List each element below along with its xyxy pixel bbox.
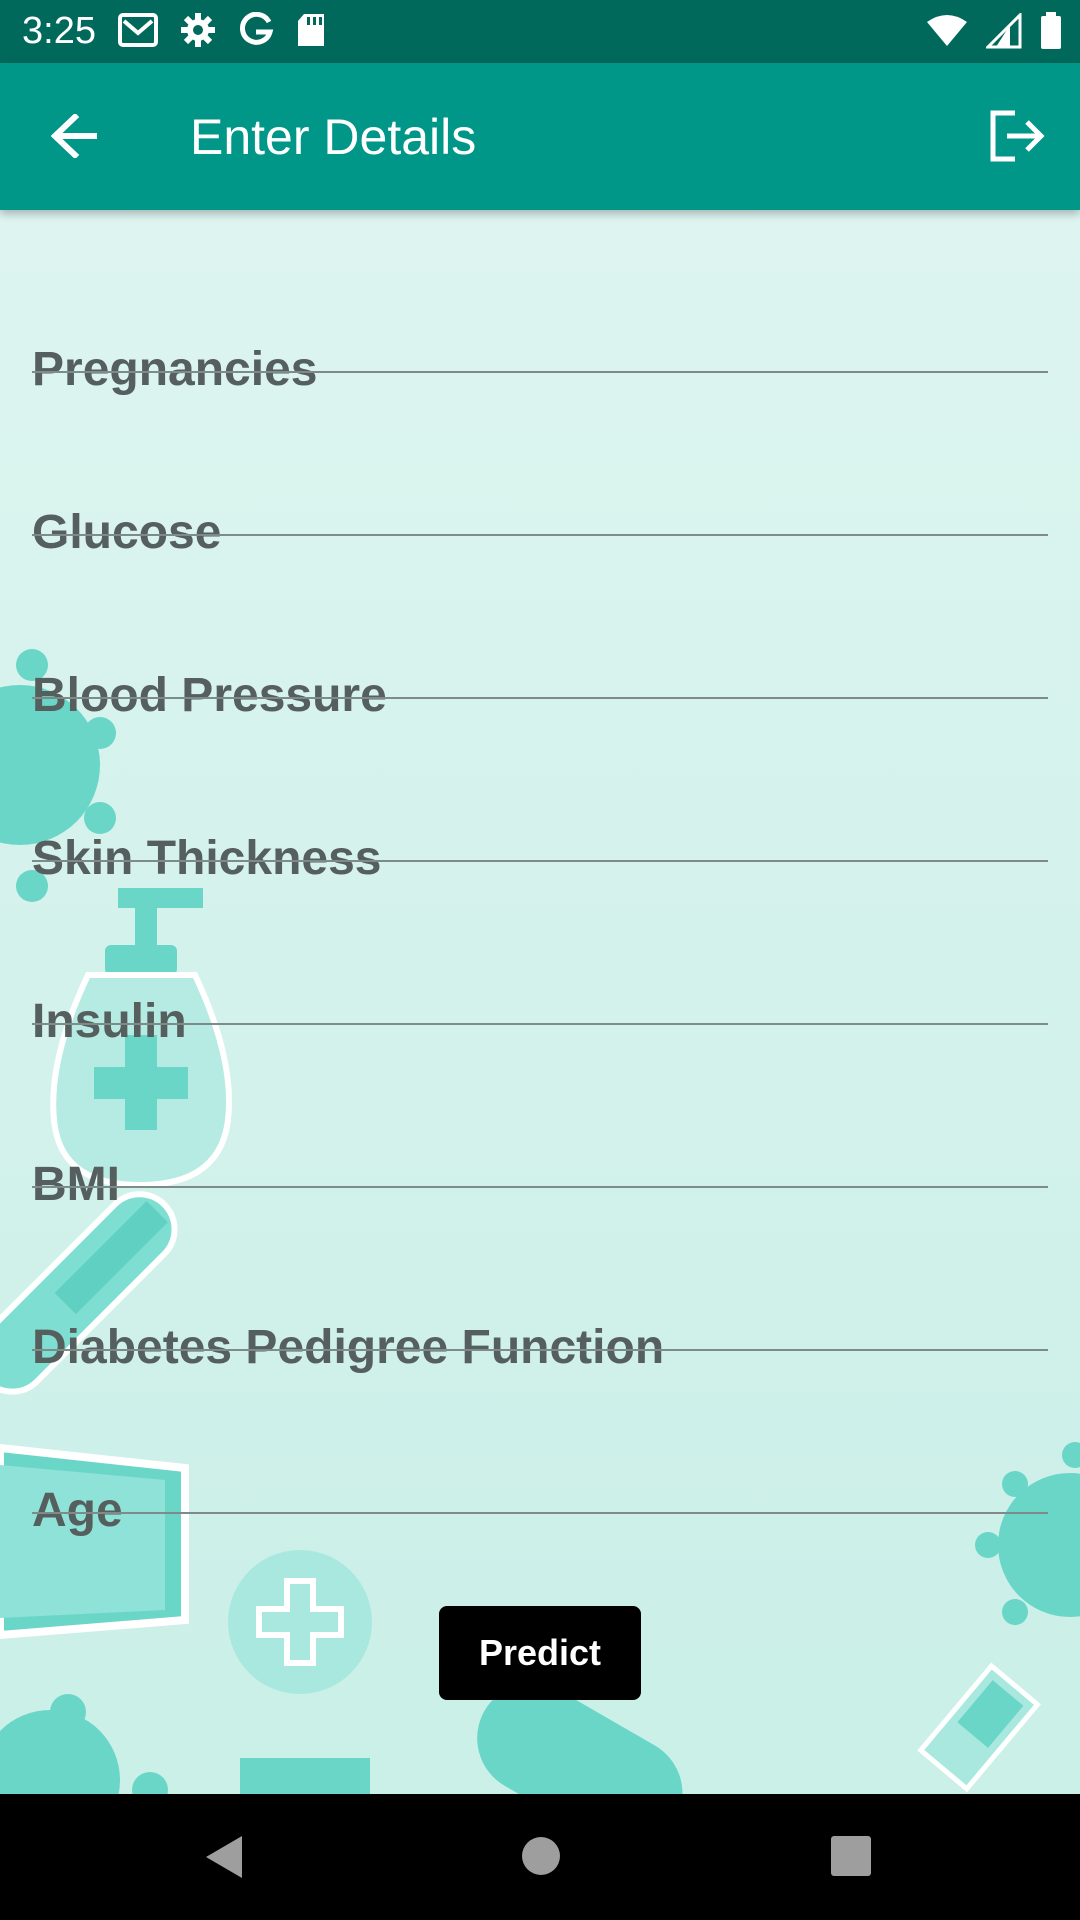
pregnancies-input[interactable] xyxy=(32,210,1048,370)
page-title: Enter Details xyxy=(190,109,477,165)
glucose-input[interactable] xyxy=(32,373,1048,533)
nav-home-icon[interactable] xyxy=(521,1836,561,1876)
diabetes-pedigree-function-input[interactable] xyxy=(32,1188,1048,1348)
status-time: 3:25 xyxy=(22,10,96,52)
insulin-input[interactable] xyxy=(32,862,1048,1022)
nav-back-icon[interactable] xyxy=(204,1834,244,1880)
field-pregnancies[interactable]: Pregnancies xyxy=(32,210,1048,396)
skin-thickness-input[interactable] xyxy=(32,699,1048,859)
sd-card-icon xyxy=(298,14,324,46)
wifi-icon xyxy=(927,15,967,46)
system-status-icons xyxy=(926,12,1062,50)
field-underline xyxy=(32,1512,1048,1514)
field-skin-thickness[interactable]: Skin Thickness xyxy=(32,699,1048,885)
field-blood-pressure[interactable]: Blood Pressure xyxy=(32,536,1048,722)
field-age[interactable]: Age xyxy=(32,1351,1048,1537)
field-bmi[interactable]: BMI xyxy=(32,1025,1048,1211)
predict-button[interactable]: Predict xyxy=(439,1606,641,1700)
logout-icon xyxy=(990,110,1045,162)
battery-icon xyxy=(1041,12,1061,49)
logout-button[interactable] xyxy=(984,103,1050,169)
cell-signal-icon xyxy=(986,13,1022,49)
navigation-bar xyxy=(0,1794,1080,1920)
back-button[interactable] xyxy=(42,103,108,169)
field-insulin[interactable]: Insulin xyxy=(32,862,1048,1048)
field-glucose[interactable]: Glucose xyxy=(32,373,1048,559)
gmail-icon xyxy=(118,13,158,47)
status-bar: 3:25 xyxy=(0,0,1080,63)
blood-pressure-input[interactable] xyxy=(32,536,1048,696)
field-diabetes-pedigree-function[interactable]: Diabetes Pedigree Function xyxy=(32,1188,1048,1374)
app-bar: Enter Details xyxy=(0,63,1080,210)
google-icon xyxy=(240,12,274,45)
nav-recents-icon[interactable] xyxy=(831,1836,871,1876)
enter-details-screen: 3:25 Enter Details Pregnancies Glucose B… xyxy=(0,0,1080,1920)
age-input[interactable] xyxy=(32,1351,1048,1511)
arrow-back-icon xyxy=(51,114,97,158)
notification-icons xyxy=(118,12,326,48)
bmi-input[interactable] xyxy=(32,1025,1048,1185)
settings-icon xyxy=(181,13,215,47)
